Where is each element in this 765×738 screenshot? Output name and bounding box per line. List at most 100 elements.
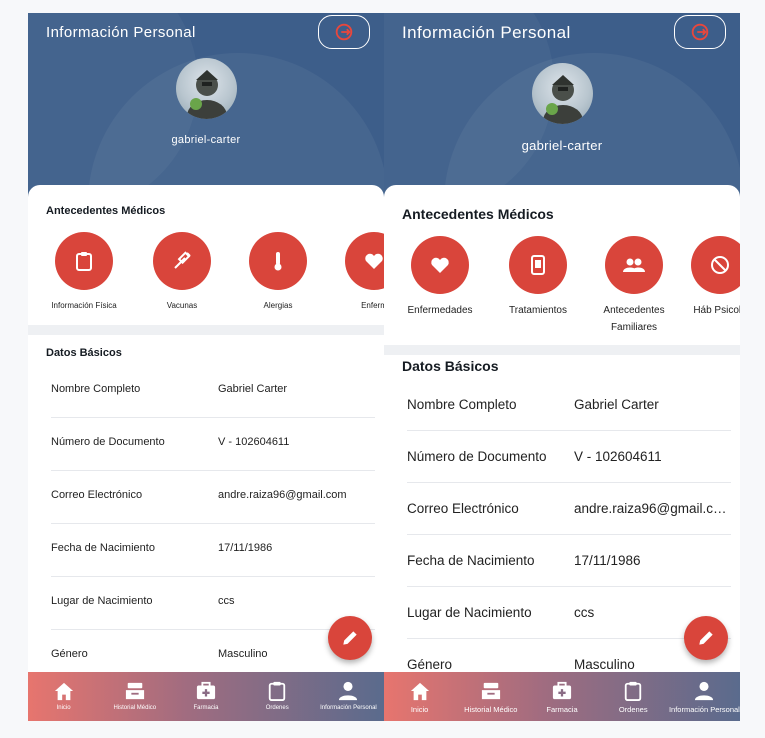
tab-medical-history[interactable]: Historial Médico xyxy=(99,672,170,721)
medical-item-treatments[interactable]: Tratamientos xyxy=(498,236,578,319)
data-row: Correo Electrónico andre.raiza96@gmail.co… xyxy=(51,471,375,524)
medkit-icon xyxy=(552,681,572,700)
phone-screen-left: Información Personal gabriel-carter Ante… xyxy=(28,13,384,721)
tab-home[interactable]: Inicio xyxy=(384,672,455,721)
avatar[interactable] xyxy=(176,58,237,119)
medical-history-card: Antecedentes Médicos Información Física … xyxy=(28,185,384,325)
medical-item-diseases[interactable]: Enferm xyxy=(334,232,384,313)
data-row: Nombre Completo Gabriel Carter xyxy=(51,365,375,418)
medical-item-label: Información Física xyxy=(51,301,117,310)
divider xyxy=(28,325,384,335)
tab-label: Inicio xyxy=(410,705,429,714)
logout-icon xyxy=(691,23,709,41)
heart-icon xyxy=(431,257,449,273)
tab-home[interactable]: Inicio xyxy=(28,672,99,721)
tab-label: Ordenes xyxy=(618,705,648,714)
no-smoking-icon xyxy=(711,256,729,274)
tab-label: Historial Médico xyxy=(113,705,157,711)
field-label: Género xyxy=(407,657,453,672)
medical-item-label: Antecedentes Familiares xyxy=(603,305,665,333)
avatar[interactable] xyxy=(532,63,593,124)
medical-item-label: Enfermedades xyxy=(407,305,473,316)
tab-label: Información Personal xyxy=(320,705,377,711)
field-label: Género xyxy=(51,648,88,660)
username: gabriel-carter xyxy=(521,138,603,153)
field-label: Nombre Completo xyxy=(407,397,517,412)
data-row: Fecha de Nacimiento 17/11/1986 xyxy=(51,524,375,577)
data-row: Fecha de Nacimiento 17/11/1986 xyxy=(407,535,731,587)
clipboard-icon xyxy=(625,681,642,701)
medical-item-family-history[interactable]: Antecedentes Familiares xyxy=(594,236,674,336)
field-label: Fecha de Nacimiento xyxy=(407,553,535,568)
home-icon xyxy=(410,682,429,701)
field-label: Nombre Completo xyxy=(51,383,141,395)
tab-personal-info[interactable]: Información Personal xyxy=(313,672,384,721)
field-value: Gabriel Carter xyxy=(218,383,288,395)
tab-pharmacy[interactable]: Farmacia xyxy=(170,672,241,721)
data-row: Correo Electrónico andre.raiza96@gmail.co… xyxy=(407,483,731,535)
medical-item-habits[interactable]: Háb Psicobi xyxy=(680,236,740,319)
field-label: Correo Electrónico xyxy=(407,501,519,516)
field-value: Gabriel Carter xyxy=(574,397,659,412)
medical-history-title: Antecedentes Médicos xyxy=(46,205,166,217)
data-row: Número de Documento V - 102604611 xyxy=(407,431,731,483)
clipboard-icon xyxy=(76,252,92,271)
medical-item-label: Tratamientos xyxy=(509,305,567,316)
username: gabriel-carter xyxy=(171,134,241,146)
tab-medical-history[interactable]: Historial Médico xyxy=(455,672,526,721)
tab-orders[interactable]: Ordenes xyxy=(242,672,313,721)
field-label: Fecha de Nacimiento xyxy=(51,542,155,554)
profile-header: Información Personal gabriel-carter xyxy=(384,13,740,198)
field-value: andre.raiza96@gmail.com xyxy=(574,501,731,516)
bottom-tab-bar: Inicio Historial Médico Farmacia Ordenes… xyxy=(28,672,384,721)
field-value: ccs xyxy=(218,595,235,607)
field-value: 17/11/1986 xyxy=(218,542,273,554)
field-label: Lugar de Nacimiento xyxy=(407,605,532,620)
logout-button[interactable] xyxy=(674,15,726,49)
field-value: V - 102604611 xyxy=(574,449,662,464)
user-icon xyxy=(339,681,358,701)
tab-label: Farmacia xyxy=(193,705,219,711)
medical-item-label: Alergias xyxy=(263,301,293,310)
thermometer-icon xyxy=(274,252,282,271)
divider xyxy=(384,345,740,355)
field-value: V - 102604611 xyxy=(218,436,290,448)
medical-item-diseases[interactable]: Enfermedades xyxy=(400,236,480,319)
page-title: Información Personal xyxy=(46,24,196,41)
profile-header: Información Personal gabriel-carter xyxy=(28,13,384,198)
page-title: Información Personal xyxy=(402,23,571,42)
bottom-tab-bar: Inicio Historial Médico Farmacia Ordenes… xyxy=(384,672,740,721)
tab-label: Ordenes xyxy=(265,705,289,711)
tab-orders[interactable]: Ordenes xyxy=(598,672,669,721)
inbox-icon xyxy=(125,682,144,700)
tab-label: Historial Médico xyxy=(464,705,518,714)
data-row: Número de Documento V - 102604611 xyxy=(51,418,375,471)
logout-icon xyxy=(335,23,353,41)
user-icon xyxy=(695,681,714,701)
medical-history-card: Antecedentes Médicos Enfermedades Tratam… xyxy=(384,185,740,345)
pencil-icon xyxy=(699,631,713,645)
edit-button[interactable] xyxy=(684,616,728,660)
medical-item-label: Vacunas xyxy=(166,301,198,310)
clipboard-icon xyxy=(269,681,286,701)
pencil-icon xyxy=(343,631,357,645)
tab-pharmacy[interactable]: Farmacia xyxy=(526,672,597,721)
inbox-icon xyxy=(481,682,500,700)
field-value: 17/11/1986 xyxy=(574,553,641,568)
syringe-icon xyxy=(174,251,191,269)
field-label: Correo Electrónico xyxy=(51,489,143,501)
data-row: Nombre Completo Gabriel Carter xyxy=(407,379,731,431)
data-row: Lugar de Nacimiento ccs xyxy=(51,577,375,630)
field-value: andre.raiza96@gmail.com xyxy=(218,489,347,501)
medical-item-physical-info[interactable]: Información Física xyxy=(44,232,124,313)
edit-button[interactable] xyxy=(328,616,372,660)
medical-item-allergies[interactable]: Alergias xyxy=(238,232,318,313)
tab-personal-info[interactable]: Información Personal xyxy=(669,672,740,721)
field-label: Número de Documento xyxy=(407,449,547,464)
medical-item-vaccines[interactable]: Vacunas xyxy=(142,232,222,313)
tab-label: Farmacia xyxy=(546,705,578,714)
medkit-icon xyxy=(196,681,216,700)
basic-data-title: Datos Básicos xyxy=(402,358,499,374)
logout-button[interactable] xyxy=(318,15,370,49)
field-label: Lugar de Nacimiento xyxy=(51,595,153,607)
